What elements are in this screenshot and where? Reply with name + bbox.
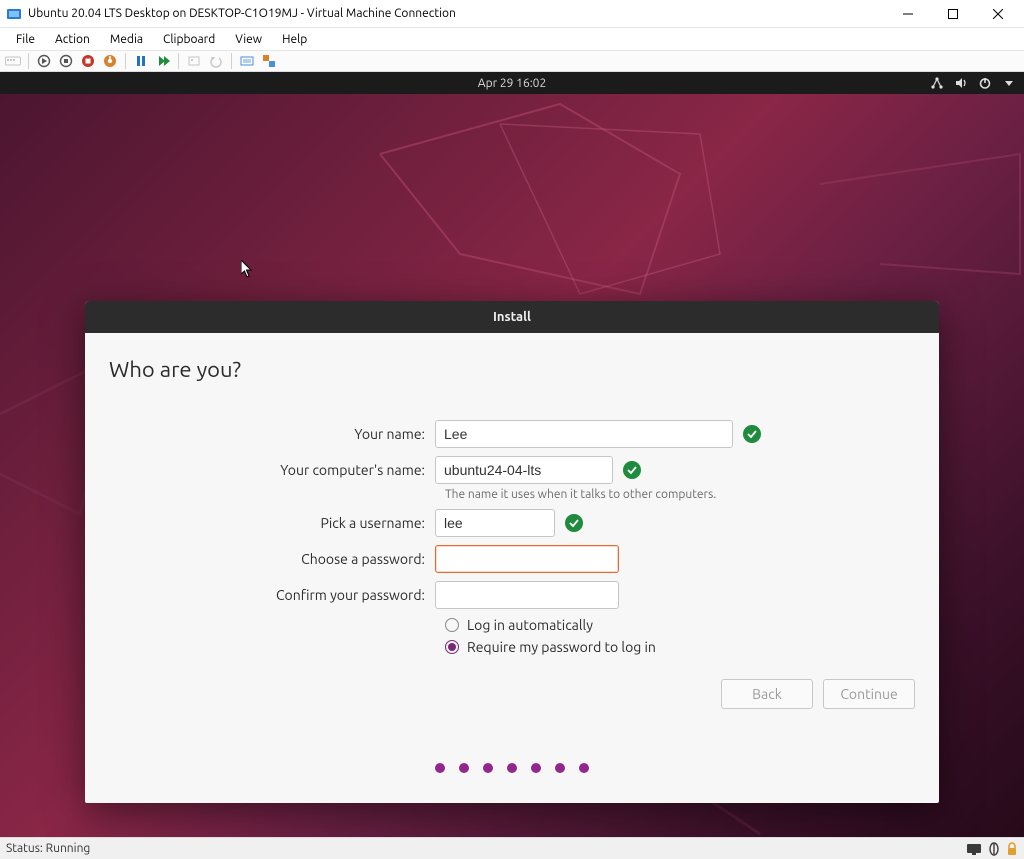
- status-text: Status: Running: [6, 842, 90, 855]
- volume-icon[interactable]: [954, 76, 968, 90]
- revert-icon[interactable]: [207, 52, 225, 70]
- computer-name-input[interactable]: [435, 456, 613, 484]
- continue-button[interactable]: Continue: [823, 679, 915, 709]
- statusbar: Status: Running: [0, 837, 1024, 859]
- radio-auto-login-label: Log in automatically: [467, 617, 593, 633]
- toolbar-separator: [178, 53, 179, 69]
- radio-require-password[interactable]: Require my password to log in: [445, 639, 915, 655]
- power-icon[interactable]: [978, 76, 992, 90]
- menu-action[interactable]: Action: [45, 31, 100, 48]
- check-ok-icon: [623, 461, 641, 479]
- username-input[interactable]: [435, 509, 555, 537]
- checkpoint-icon[interactable]: [185, 52, 203, 70]
- window-title: Ubuntu 20.04 LTS Desktop on DESKTOP-C1O1…: [28, 7, 885, 20]
- toolbar-separator: [28, 53, 29, 69]
- installer-titlebar: Install: [85, 301, 939, 333]
- confirm-password-label: Confirm your password:: [109, 587, 435, 603]
- check-ok-icon: [743, 425, 761, 443]
- name-label: Your name:: [109, 426, 435, 442]
- progress-dots: [85, 763, 939, 773]
- vm-app-icon: [6, 6, 22, 22]
- save-state-icon[interactable]: [101, 52, 119, 70]
- toolbar: [0, 50, 1024, 72]
- confirm-password-input[interactable]: [435, 581, 619, 609]
- enhanced-session-icon[interactable]: [238, 52, 256, 70]
- menu-file[interactable]: File: [6, 31, 45, 48]
- maximize-button[interactable]: [930, 0, 975, 28]
- check-ok-icon: [565, 514, 583, 532]
- computer-name-helper: The name it uses when it talks to other …: [445, 488, 915, 501]
- reset-icon[interactable]: [154, 52, 172, 70]
- minimize-button[interactable]: [885, 0, 930, 28]
- lock-icon: [1006, 842, 1018, 856]
- menu-help[interactable]: Help: [272, 31, 317, 48]
- menu-view[interactable]: View: [225, 31, 272, 48]
- menu-media[interactable]: Media: [100, 31, 153, 48]
- name-input[interactable]: [435, 420, 733, 448]
- password-label: Choose a password:: [109, 551, 435, 567]
- installer-heading: Who are you?: [109, 357, 915, 382]
- radio-auto-login[interactable]: Log in automatically: [445, 617, 915, 633]
- chevron-down-icon[interactable]: [1002, 76, 1016, 90]
- installer-title-text: Install: [493, 310, 531, 324]
- radio-off-icon: [445, 618, 459, 632]
- shutdown-icon[interactable]: [79, 52, 97, 70]
- share-icon[interactable]: [260, 52, 278, 70]
- installer-window: Install Who are you? Your name: Your com…: [85, 301, 939, 803]
- mouse-cursor: [241, 260, 255, 278]
- username-label: Pick a username:: [109, 515, 435, 531]
- computer-name-label: Your computer's name:: [109, 462, 435, 478]
- display-icon: [966, 842, 982, 856]
- toolbar-separator: [231, 53, 232, 69]
- stop-icon[interactable]: [57, 52, 75, 70]
- vm-viewport: Apr 29 16:02 Install Who are you? Your n…: [0, 72, 1024, 837]
- window-titlebar: Ubuntu 20.04 LTS Desktop on DESKTOP-C1O1…: [0, 0, 1024, 28]
- menu-clipboard[interactable]: Clipboard: [153, 31, 225, 48]
- back-button[interactable]: Back: [721, 679, 813, 709]
- password-input[interactable]: [435, 545, 619, 573]
- menubar: File Action Media Clipboard View Help: [0, 28, 1024, 50]
- close-button[interactable]: [975, 0, 1020, 28]
- pause-icon[interactable]: [132, 52, 150, 70]
- toolbar-separator: [125, 53, 126, 69]
- ctrl-alt-del-icon[interactable]: [4, 52, 22, 70]
- radio-on-icon: [445, 640, 459, 654]
- network-icon[interactable]: [930, 76, 944, 90]
- radio-require-password-label: Require my password to log in: [467, 639, 656, 655]
- window-controls: [885, 0, 1020, 28]
- topbar-datetime[interactable]: Apr 29 16:02: [478, 77, 546, 90]
- start-icon[interactable]: [35, 52, 53, 70]
- ubuntu-topbar: Apr 29 16:02: [0, 72, 1024, 94]
- usb-icon: [988, 842, 1000, 856]
